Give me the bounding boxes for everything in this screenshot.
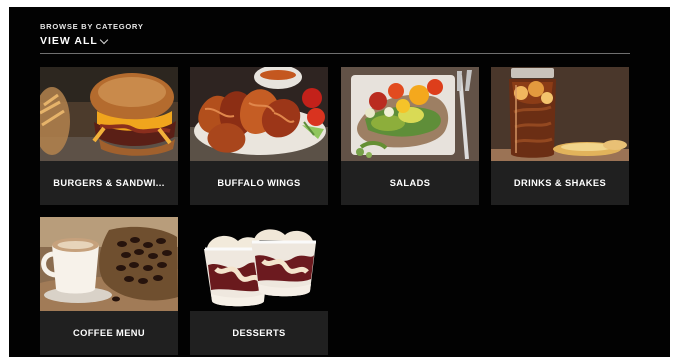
chevron-down-icon <box>99 35 109 44</box>
category-label: BUFFALO WINGS <box>217 178 301 188</box>
view-all-link[interactable]: VIEW ALL <box>40 35 109 47</box>
burger-photo <box>40 67 178 161</box>
browse-by-category-title: BROWSE BY CATEGORY <box>40 22 144 31</box>
category-tile-salads[interactable]: SALADS <box>341 67 479 205</box>
category-tile-desserts[interactable]: DESSERTS <box>190 217 328 355</box>
view-all-label: VIEW ALL <box>40 35 98 47</box>
category-label: DESSERTS <box>232 328 286 338</box>
dessert-cups-photo <box>190 217 328 311</box>
category-label: COFFEE MENU <box>72 328 146 338</box>
buffalo-wings-photo <box>190 67 328 161</box>
coffee-cup-photo <box>40 217 178 311</box>
category-header: BROWSE BY CATEGORY VIEW ALL <box>40 23 630 54</box>
category-tile-burgers[interactable]: BURGERS & SANDWI... <box>40 67 178 205</box>
category-tile-coffee-menu[interactable]: COFFEE MENU <box>40 217 178 355</box>
category-label: SALADS <box>389 178 431 188</box>
category-tile-drinks-and-shakes[interactable]: DRINKS & SHAKES <box>491 67 629 205</box>
drink-jar-photo <box>491 67 629 161</box>
category-tile-buffalo-wings[interactable]: BUFFALO WINGS <box>190 67 328 205</box>
category-label: BURGERS & SANDWI... <box>53 178 165 188</box>
app-screen: BROWSE BY CATEGORY VIEW ALL BURGERS & SA… <box>9 7 670 357</box>
category-label: DRINKS & SHAKES <box>513 178 607 188</box>
salad-photo <box>341 67 479 161</box>
